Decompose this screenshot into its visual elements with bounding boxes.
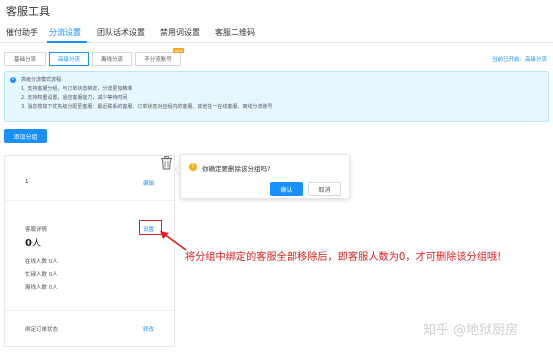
- info-panel: i 高级分流模式流程: 1. 支持客服分组，与订单状态绑定，分流更加精准 2. …: [4, 71, 549, 122]
- main-nav-tabs: 催付助手 分流设置 团队话术设置 禁用词设置 客服二维码: [0, 22, 553, 43]
- modify-order-status-link[interactable]: 修改: [143, 325, 154, 333]
- confirm-button[interactable]: 确认: [270, 182, 303, 196]
- subtab-no-routing-account[interactable]: 不分流账号 new: [135, 48, 184, 66]
- group-card: 1 编辑 客服详情 设置 0人 在线人数 0人 忙碌人数 0人 离线人数 0人 …: [4, 155, 175, 347]
- subtab-no-routing-label: 不分流账号: [144, 57, 172, 63]
- subtab-advanced-routing[interactable]: 高级分流: [49, 52, 89, 66]
- edit-group-link[interactable]: 编辑: [143, 179, 154, 187]
- tab-team-scripts[interactable]: 团队话术设置: [97, 27, 145, 38]
- info-icon: i: [10, 77, 16, 83]
- tab-routing-settings[interactable]: 分流设置: [49, 27, 81, 38]
- current-mode-text: 当前已开启：高级分流: [491, 57, 547, 63]
- group-name: 1: [25, 179, 29, 185]
- tab-service-qrcode[interactable]: 客服二维码: [215, 27, 255, 38]
- agent-count: 0人: [25, 236, 41, 249]
- cancel-button[interactable]: 取消: [308, 182, 341, 196]
- warning-icon: !: [189, 163, 197, 171]
- tab-banned-words[interactable]: 禁用词设置: [160, 27, 200, 38]
- annotation-arrow-icon: [160, 231, 187, 251]
- info-line-1: 1. 支持客服分组，与订单状态绑定，分流更加精准: [21, 86, 133, 92]
- card-divider: [5, 200, 174, 201]
- online-count: 在线人数 0人: [25, 259, 58, 265]
- subtab-offline-routing[interactable]: 离线分流: [92, 52, 132, 66]
- tab-urge-payment[interactable]: 催付助手: [6, 27, 38, 38]
- new-badge: new: [173, 48, 184, 53]
- active-tab-underline: [47, 41, 87, 43]
- agent-count-unit: 人: [31, 239, 41, 249]
- card-divider: [5, 310, 174, 311]
- watermark: 知乎 @地狱厨房: [423, 323, 519, 338]
- delete-confirm-message: 你确定要删除该分组吗?: [202, 165, 271, 173]
- agent-detail-label: 客服详情: [25, 227, 48, 233]
- agent-count-value: 0: [25, 238, 32, 249]
- offline-count: 离线人数 0人: [25, 285, 58, 291]
- info-line-3: 3. 消息按如下优先级分配至客服：最近联系的客服、订单状态对应组内的客服、其他任…: [21, 104, 273, 110]
- annotation-text: 将分组中绑定的客服全部移除后，即客服人数为0，才可删除该分组哦!: [185, 252, 502, 263]
- trash-icon[interactable]: [160, 156, 173, 170]
- busy-count: 忙碌人数 0人: [25, 272, 58, 278]
- delete-confirm-popover: ! 你确定要删除该分组吗? 确认 取消: [180, 154, 350, 199]
- info-line-2: 2. 支持权重设置，适应客服能力，减少等待时间: [21, 95, 128, 101]
- subtab-basic-routing[interactable]: 基础分流: [4, 52, 46, 66]
- order-status-label: 绑定订单状态: [25, 327, 59, 333]
- app-title: 客服工具: [6, 5, 50, 18]
- add-group-button[interactable]: 添加分组: [4, 129, 47, 143]
- info-line-title: 高级分流模式流程:: [21, 77, 63, 83]
